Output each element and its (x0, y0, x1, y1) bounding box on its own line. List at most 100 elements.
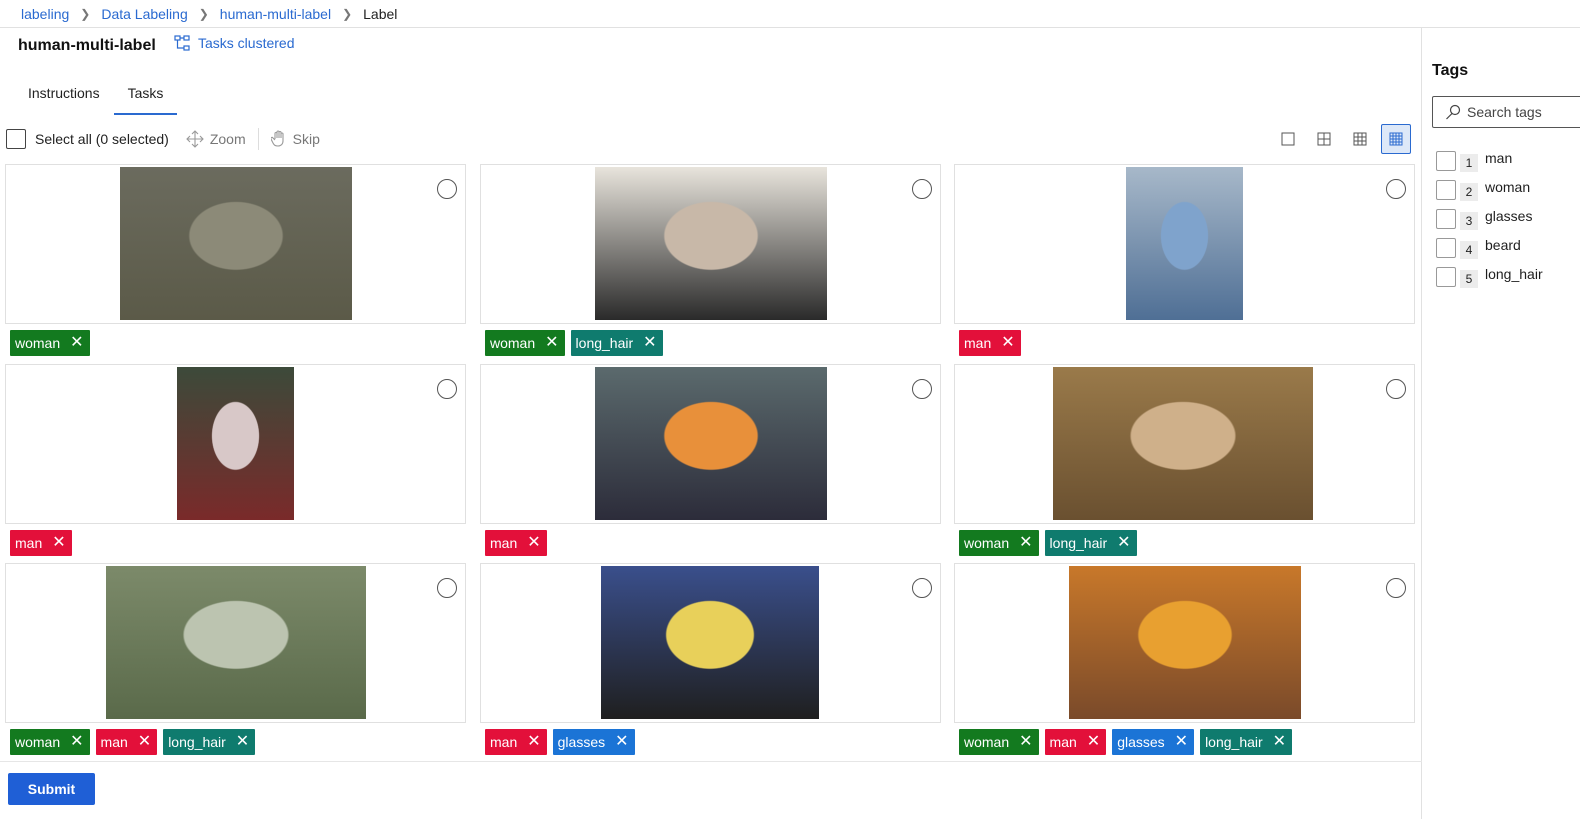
remove-tag-icon[interactable]: ✕ (70, 335, 83, 351)
tag-checkbox[interactable] (1436, 179, 1456, 200)
task-tags: woman ✕ long_hair ✕ (959, 530, 1137, 557)
tag-chip-woman: woman ✕ (10, 330, 90, 356)
toolbar-divider (257, 128, 259, 150)
task-image (595, 167, 827, 320)
remove-tag-icon[interactable]: ✕ (1087, 734, 1100, 750)
tag-option-glasses[interactable]: 3 glasses (1436, 204, 1543, 233)
tag-chip-label: man (490, 535, 518, 551)
move-icon (186, 130, 204, 148)
remove-tag-icon[interactable]: ✕ (1019, 734, 1032, 750)
tag-chip-label: woman (15, 335, 61, 351)
task-tags: woman ✕ long_hair ✕ (485, 330, 663, 357)
tag-chip-long_hair: long_hair ✕ (1200, 729, 1293, 755)
tag-chip-woman: woman ✕ (959, 729, 1039, 755)
remove-tag-icon[interactable]: ✕ (643, 335, 656, 351)
tasks-clustered-label: Tasks clustered (198, 35, 295, 51)
remove-tag-icon[interactable]: ✕ (1019, 535, 1032, 551)
search-tags-input[interactable]: Search tags (1432, 96, 1580, 128)
zoom-button[interactable]: Zoom (186, 130, 246, 148)
tag-checkbox[interactable] (1436, 266, 1456, 287)
tags-sidebar: Tags Search tags 1 man 2 woman 3 glasses… (1423, 28, 1580, 819)
task-card[interactable] (954, 364, 1415, 524)
task-card[interactable] (480, 563, 941, 723)
tag-chip-label: long_hair (1049, 535, 1108, 551)
tag-checkbox[interactable] (1436, 237, 1456, 258)
task-card[interactable] (5, 563, 466, 723)
tag-chip-glasses: glasses ✕ (1112, 729, 1195, 755)
tag-list: 1 man 2 woman 3 glasses 4 beard 5 long_h… (1436, 146, 1543, 291)
task-card[interactable] (480, 164, 941, 324)
task-select-radio[interactable] (1386, 379, 1406, 399)
tag-chip-label: woman (490, 335, 536, 351)
tasks-clustered-link[interactable]: Tasks clustered (174, 35, 294, 51)
view-3x3-button[interactable] (1345, 124, 1375, 154)
view-single-button[interactable] (1273, 124, 1303, 154)
remove-tag-icon[interactable]: ✕ (70, 734, 83, 750)
breadcrumb-current: Label (363, 5, 398, 22)
remove-tag-icon[interactable]: ✕ (527, 535, 540, 551)
breadcrumb-project[interactable]: human-multi-label (220, 6, 331, 22)
task-card[interactable] (5, 364, 466, 524)
select-all-label: Select all (0 selected) (35, 131, 169, 147)
remove-tag-icon[interactable]: ✕ (615, 734, 628, 750)
view-2x2-button[interactable] (1309, 124, 1339, 154)
remove-tag-icon[interactable]: ✕ (1175, 734, 1188, 750)
task-select-radio[interactable] (437, 578, 457, 598)
tab-instructions[interactable]: Instructions (14, 81, 114, 115)
task-image (177, 367, 294, 520)
tag-chip-label: man (490, 734, 518, 750)
tag-shortcut-key: 1 (1460, 154, 1478, 172)
remove-tag-icon[interactable]: ✕ (52, 535, 65, 551)
tag-chip-label: woman (15, 734, 61, 750)
task-select-radio[interactable] (1386, 578, 1406, 598)
remove-tag-icon[interactable]: ✕ (236, 734, 249, 750)
task-card[interactable] (5, 164, 466, 324)
tag-option-beard[interactable]: 4 beard (1436, 233, 1543, 262)
task-select-radio[interactable] (912, 179, 932, 199)
task-image (595, 367, 827, 520)
breadcrumb-labeling[interactable]: labeling (21, 6, 69, 22)
toolbar: Select all (0 selected) Zoom Skip (6, 124, 1416, 154)
task-tags: man ✕ (959, 330, 1021, 357)
remove-tag-icon[interactable]: ✕ (527, 734, 540, 750)
tag-option-long_hair[interactable]: 5 long_hair (1436, 262, 1543, 291)
remove-tag-icon[interactable]: ✕ (545, 335, 558, 351)
view-4x4-button[interactable] (1381, 124, 1411, 154)
task-select-radio[interactable] (437, 179, 457, 199)
task-tags: man ✕ glasses ✕ (485, 729, 635, 756)
task-card[interactable] (954, 164, 1415, 324)
remove-tag-icon[interactable]: ✕ (1117, 535, 1130, 551)
tab-tasks[interactable]: Tasks (113, 81, 178, 115)
task-select-radio[interactable] (912, 379, 932, 399)
task-select-radio[interactable] (1386, 179, 1406, 199)
tab-bar: Instructions Tasks (14, 81, 178, 115)
tag-option-woman[interactable]: 2 woman (1436, 175, 1543, 204)
task-image (106, 566, 366, 719)
task-select-radio[interactable] (437, 379, 457, 399)
tag-chip-label: man (1049, 734, 1077, 750)
tag-chip-man: man ✕ (959, 330, 1021, 356)
task-card[interactable] (480, 364, 941, 524)
tag-chip-label: long_hair (1205, 734, 1263, 750)
grid-2x2-icon (1317, 132, 1331, 146)
submit-button[interactable]: Submit (8, 773, 95, 805)
tag-option-man[interactable]: 1 man (1436, 146, 1543, 175)
task-image (1126, 167, 1243, 320)
tag-chip-man: man ✕ (1044, 729, 1107, 755)
tag-chip-man: man ✕ (485, 530, 547, 556)
skip-button[interactable]: Skip (270, 130, 320, 148)
remove-tag-icon[interactable]: ✕ (1001, 335, 1014, 351)
square-view-icon (1281, 132, 1295, 146)
chevron-right-icon: ❯ (80, 6, 91, 21)
breadcrumb-data-labeling[interactable]: Data Labeling (101, 6, 187, 22)
tag-checkbox[interactable] (1436, 150, 1456, 171)
task-select-radio[interactable] (912, 578, 932, 598)
remove-tag-icon[interactable]: ✕ (138, 734, 151, 750)
grid-3x3-icon (1353, 132, 1367, 146)
remove-tag-icon[interactable]: ✕ (1273, 734, 1286, 750)
select-all-checkbox[interactable] (6, 129, 26, 149)
view-switcher (1273, 124, 1411, 154)
task-card[interactable] (954, 563, 1415, 723)
tag-option-label: glasses (1485, 208, 1533, 224)
tag-checkbox[interactable] (1436, 208, 1456, 229)
